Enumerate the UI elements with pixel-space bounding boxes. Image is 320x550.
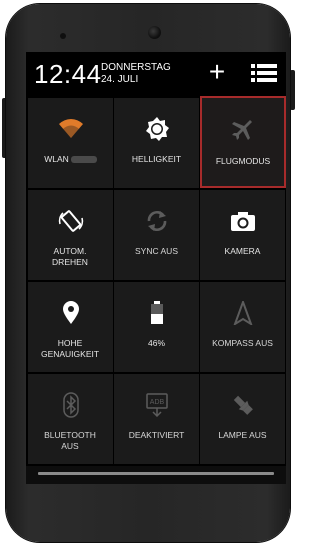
tile-sync[interactable]: SYNC AUS	[114, 190, 199, 280]
battery-icon	[144, 300, 170, 326]
svg-text:ADB: ADB	[149, 399, 164, 406]
volume-button[interactable]	[290, 70, 295, 110]
tile-label: AUTOM. DREHEN	[52, 246, 88, 267]
tile-label: LAMPE AUS	[218, 430, 267, 440]
sync-icon	[144, 208, 170, 234]
rotate-icon	[58, 208, 84, 234]
front-camera	[148, 26, 161, 39]
blurred-network-name	[70, 156, 97, 164]
adb-icon: ADB	[144, 392, 170, 418]
quick-settings-header: 12:44 DONNERSTAG 24. JULI +	[26, 52, 286, 96]
tile-brightness[interactable]: HELLIGKEIT	[114, 98, 199, 188]
tile-auto-rotate[interactable]: AUTOM. DREHEN	[28, 190, 113, 280]
drag-handle[interactable]	[38, 472, 274, 475]
flashlight-icon	[230, 392, 256, 418]
tile-bluetooth[interactable]: BLUETOOTH AUS	[28, 374, 113, 464]
quick-settings-grid: WLAN HELLIGKEIT FLUGMODUS AUTOM. DREHEN …	[26, 96, 286, 466]
battery-percent: 46%	[147, 338, 165, 348]
screen: 12:44 DONNERSTAG 24. JULI + WLAN HELLIGK…	[26, 52, 286, 484]
location-icon	[58, 300, 84, 326]
wifi-icon	[58, 116, 84, 142]
tile-label: HOHE GENAUIGKEIT	[40, 338, 100, 359]
weekday: DONNERSTAG	[101, 62, 171, 73]
notifications-list-icon[interactable]	[251, 63, 277, 83]
tile-wlan[interactable]: WLAN	[28, 98, 113, 188]
compass-icon	[230, 300, 256, 326]
earpiece	[60, 33, 66, 39]
tile-label: DEAKTIVIERT	[128, 430, 185, 440]
tile-compass[interactable]: KOMPASS AUS	[200, 282, 285, 372]
add-button[interactable]: +	[203, 58, 231, 86]
tile-camera[interactable]: KAMERA	[200, 190, 285, 280]
tile-airplane-mode[interactable]: FLUGMODUS	[200, 96, 286, 188]
tile-flashlight[interactable]: LAMPE AUS	[200, 374, 285, 464]
brightness-icon	[144, 116, 170, 142]
clock: 12:44	[34, 59, 102, 89]
tile-label: WLAN	[44, 154, 69, 164]
date: 24. JULI	[101, 74, 139, 85]
phone-frame: 12:44 DONNERSTAG 24. JULI + WLAN HELLIGK…	[6, 4, 290, 542]
airplane-icon	[230, 118, 256, 144]
tile-label: KOMPASS AUS	[212, 338, 273, 348]
tile-label: FLUGMODUS	[215, 156, 271, 166]
tile-battery[interactable]: 46%	[114, 282, 199, 372]
bluetooth-icon	[58, 392, 84, 418]
camera-icon	[230, 208, 256, 234]
tile-location[interactable]: HOHE GENAUIGKEIT	[28, 282, 113, 372]
tile-label: HELLIGKEIT	[131, 154, 182, 164]
tile-label: BLUETOOTH AUS	[44, 430, 96, 451]
tile-usb-debugging[interactable]: ADB DEAKTIVIERT	[114, 374, 199, 464]
tile-label: KAMERA	[224, 246, 261, 256]
tile-label: SYNC AUS	[135, 246, 178, 256]
